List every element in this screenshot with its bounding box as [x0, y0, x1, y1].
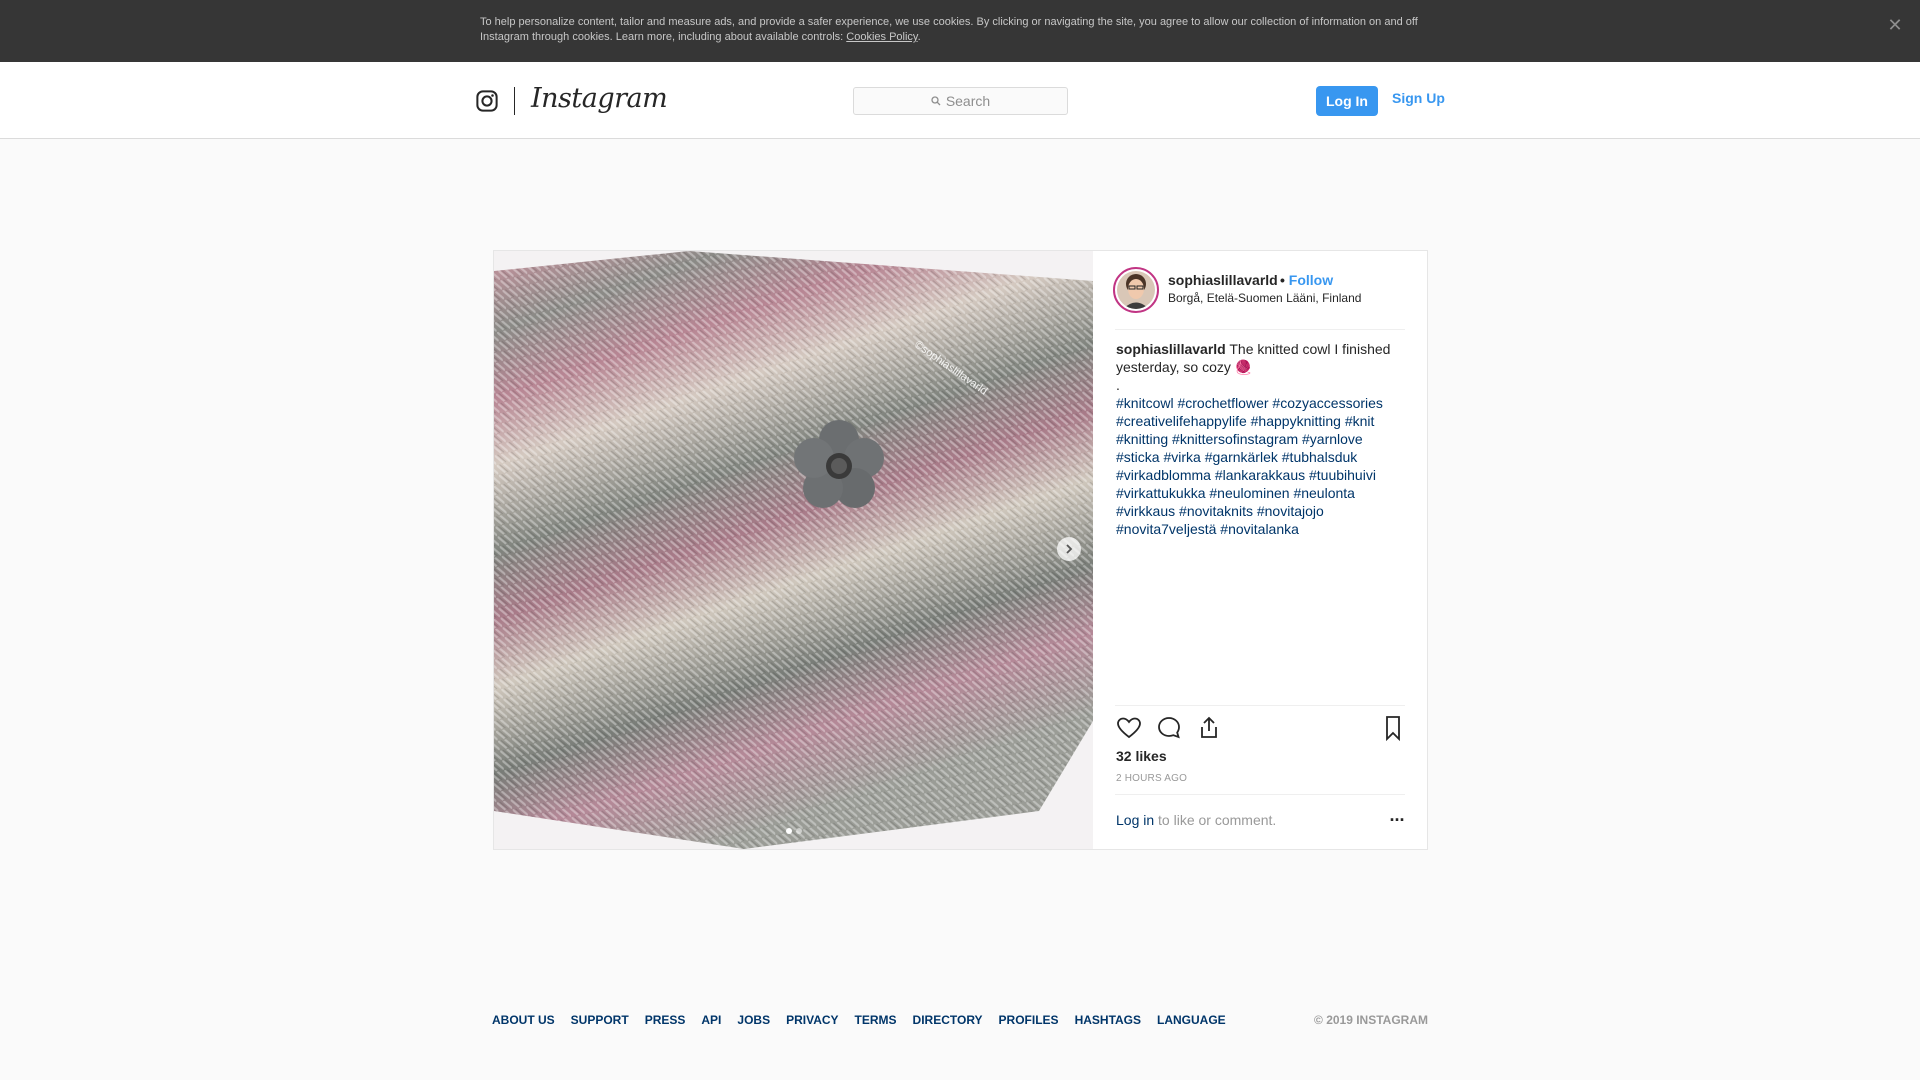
logo-divider [514, 87, 515, 115]
next-photo-button[interactable] [1057, 537, 1081, 561]
comment-prompt: Log in to like or comment. [1116, 812, 1276, 828]
share-icon[interactable] [1195, 714, 1223, 742]
hashtag-link[interactable]: #neulonta [1293, 485, 1355, 501]
divider [1115, 705, 1405, 706]
hashtag-link[interactable]: #neulominen [1209, 485, 1289, 501]
comment-login-link[interactable]: Log in [1116, 812, 1154, 828]
login-button[interactable]: Log In [1316, 86, 1378, 116]
post-sidebar: sophiaslillavarld • Follow Borgå, Etelä-… [1093, 251, 1427, 849]
hashtag-link[interactable]: #virka [1163, 449, 1200, 465]
search-icon [931, 96, 941, 106]
post-timestamp[interactable]: 2 HOURS AGO [1116, 773, 1187, 784]
likes-count[interactable]: 32 likes [1116, 748, 1167, 764]
footer-link[interactable]: PRESS [645, 1013, 686, 1027]
hashtag-link[interactable]: #virkadblomma [1116, 467, 1211, 483]
divider [1115, 794, 1405, 795]
top-navigation: Instagram Search Log In Sign Up [0, 62, 1920, 139]
hashtag-link[interactable]: #lankarakkaus [1215, 467, 1305, 483]
avatar-image [1117, 271, 1155, 309]
hashtag-link[interactable]: #novitalanka [1220, 521, 1299, 537]
carousel-dot-2 [796, 828, 802, 834]
footer-link[interactable]: API [701, 1013, 721, 1027]
hashtag-link[interactable]: #knitcowl [1116, 395, 1174, 411]
footer-link[interactable]: PROFILES [999, 1013, 1059, 1027]
caption-dot: . [1116, 377, 1120, 393]
hashtag-link[interactable]: #novita7veljestä [1116, 521, 1216, 537]
instagram-camera-icon[interactable] [476, 90, 498, 112]
hashtag-list: #knitcowl #crochetflower #cozyaccessorie… [1116, 394, 1406, 538]
hashtag-link[interactable]: #novitaknits [1179, 503, 1253, 519]
follow-label: Follow [1288, 272, 1334, 288]
avatar[interactable] [1113, 267, 1159, 313]
post-username[interactable]: sophiaslillavarld [1168, 272, 1278, 288]
hashtag-link[interactable]: #yarnlove [1302, 431, 1363, 447]
footer-link[interactable]: JOBS [737, 1013, 770, 1027]
footer-nav: ABOUT US SUPPORT PRESS API JOBS PRIVACY TERMS D… [492, 1013, 1226, 1027]
hashtag-link[interactable]: #cozyaccessories [1272, 395, 1383, 411]
cookie-banner-suffix: . [917, 31, 921, 43]
carousel-dot-1 [786, 828, 792, 834]
post-photo[interactable]: ©sophiaslillavarld [494, 251, 1093, 849]
footer-link[interactable]: PRIVACY [786, 1013, 838, 1027]
divider [1115, 329, 1405, 330]
hashtag-link[interactable]: #knittersofinstagram [1172, 431, 1298, 447]
post-caption: sophiaslillavarld The knitted cowl I fin… [1116, 340, 1406, 394]
hashtag-link[interactable]: #novitajojo [1257, 503, 1324, 519]
more-options-icon[interactable]: ... [1386, 806, 1408, 830]
hashtag-link[interactable]: #virkattukukka [1116, 485, 1205, 501]
cookie-banner-message: To help personalize content, tailor and … [480, 16, 1418, 43]
knitted-cowl-photo: ©sophiaslillavarld [494, 251, 1093, 849]
heart-icon[interactable] [1115, 714, 1143, 742]
footer-link[interactable]: HASHTAGS [1075, 1013, 1141, 1027]
instagram-wordmark-logo[interactable]: Instagram [531, 83, 668, 114]
follow-separator: • [1280, 272, 1285, 288]
hashtag-link[interactable]: #virkkaus [1116, 503, 1175, 519]
hashtag-link[interactable]: #garnkärlek [1205, 449, 1278, 465]
hashtag-link[interactable]: #crochetflower [1177, 395, 1268, 411]
cookies-policy-link[interactable]: Cookies Policy [846, 31, 917, 43]
hashtag-link[interactable]: #knitting [1116, 431, 1168, 447]
signup-link[interactable]: Sign Up [1392, 90, 1445, 106]
post-location[interactable]: Borgå, Etelä-Suomen Lääni, Finland [1168, 291, 1361, 305]
comment-icon[interactable] [1155, 714, 1183, 742]
follow-button[interactable]: • Follow [1280, 272, 1333, 288]
footer-link[interactable]: SUPPORT [571, 1013, 629, 1027]
hashtag-link[interactable]: #knit [1345, 413, 1375, 429]
search-input[interactable]: Search [853, 87, 1068, 115]
hashtag-link[interactable]: #happyknitting [1251, 413, 1341, 429]
footer-link[interactable]: DIRECTORY [913, 1013, 983, 1027]
post-actions [1115, 714, 1405, 744]
caption-username[interactable]: sophiaslillavarld [1116, 341, 1226, 357]
hashtag-link[interactable]: #sticka [1116, 449, 1160, 465]
chevron-right-icon [1066, 544, 1073, 554]
search-placeholder: Search [945, 93, 991, 109]
hashtag-link[interactable]: #tubhalsduk [1282, 449, 1358, 465]
post-card: ©sophiaslillavarld sophiaslillavarld • F… [493, 250, 1428, 850]
copyright: © 2019 INSTAGRAM [1314, 1013, 1428, 1027]
close-icon[interactable]: ✕ [1886, 16, 1904, 34]
bookmark-icon[interactable] [1379, 714, 1407, 742]
hashtag-link[interactable]: #creativelifehappylife [1116, 413, 1247, 429]
cookie-banner: To help personalize content, tailor and … [0, 0, 1920, 62]
footer-link[interactable]: TERMS [855, 1013, 897, 1027]
footer-link[interactable]: LANGUAGE [1157, 1013, 1226, 1027]
cookie-banner-text: To help personalize content, tailor and … [480, 15, 1440, 45]
footer-link[interactable]: ABOUT US [492, 1013, 555, 1027]
comment-prompt-text: to like or comment. [1154, 812, 1277, 828]
hashtag-link[interactable]: #tuubihuivi [1309, 467, 1376, 483]
carousel-indicator [786, 828, 802, 834]
footer: ABOUT US SUPPORT PRESS API JOBS PRIVACY TERMS D… [492, 1013, 1428, 1033]
